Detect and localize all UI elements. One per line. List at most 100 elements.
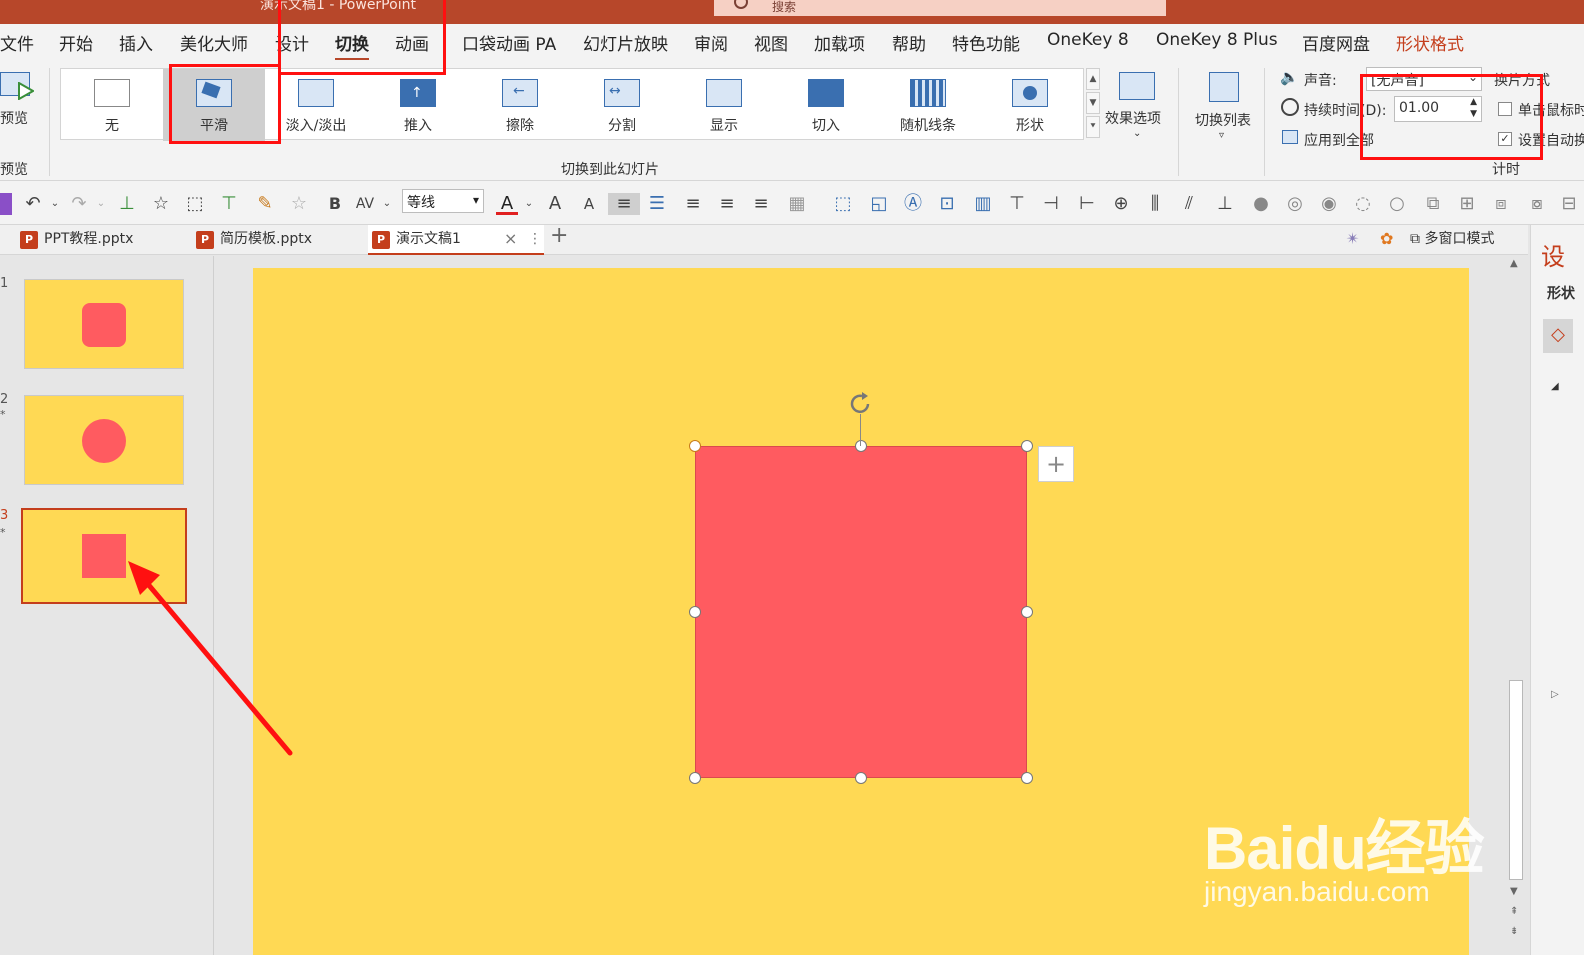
ungroup-icon[interactable]: ⊞ [1456, 193, 1478, 215]
distribute-h-icon[interactable]: ⫼ [1144, 193, 1166, 215]
union-icon[interactable]: ◎ [1284, 193, 1306, 215]
align-top-icon[interactable]: ⊤ [1006, 193, 1028, 215]
new-tab-button[interactable]: + [550, 223, 568, 248]
star-outline-icon[interactable]: ☆ [150, 193, 172, 215]
tab-home[interactable]: 开始 [59, 30, 93, 55]
scrollbar-thumb[interactable] [1509, 680, 1523, 880]
transition-split[interactable]: ↔ 分割 [571, 69, 673, 141]
sparkle-icon[interactable]: ✴ [1346, 229, 1359, 248]
tab-features[interactable]: 特色功能 [952, 30, 1020, 55]
tab-file[interactable]: 文件 [0, 30, 34, 55]
distribute-icon[interactable]: ⫽ [1178, 193, 1200, 215]
resize-handle[interactable] [1021, 440, 1033, 452]
resize-handle[interactable] [689, 606, 701, 618]
fragment-icon[interactable]: ◌ [1352, 193, 1374, 215]
transition-wipe[interactable]: ← 擦除 [469, 69, 571, 141]
chevron-down-icon[interactable]: ⌄ [44, 193, 66, 215]
tab-review[interactable]: 审阅 [694, 30, 728, 55]
chart-icon[interactable]: ▥ [972, 193, 994, 215]
resize-handle[interactable] [1021, 606, 1033, 618]
align-bottom-icon[interactable]: ⊥ [1214, 193, 1236, 215]
save-icon[interactable] [0, 193, 12, 215]
gallery-scroll-down[interactable]: ▼ [1086, 92, 1100, 114]
doc-tab-ppt-tutorial[interactable]: P PPT教程.pptx [16, 225, 188, 255]
presentation-icon[interactable]: ⊤ [218, 193, 240, 215]
more-tools-icon[interactable]: ⊟ [1558, 193, 1580, 215]
combine-icon[interactable]: ◉ [1318, 193, 1340, 215]
collapse-icon[interactable]: ◢ [1551, 381, 1559, 392]
doc-tab-resume-template[interactable]: P 简历模板.pptx [192, 225, 364, 255]
merge-shapes-icon[interactable]: ● [1250, 193, 1272, 215]
tab-meihua[interactable]: 美化大师 [180, 30, 248, 55]
tab-onekey8plus[interactable]: OneKey 8 Plus [1156, 30, 1278, 50]
slide-thumbnail-2[interactable] [24, 395, 184, 485]
tab-slideshow[interactable]: 幻灯片放映 [583, 30, 668, 55]
align-center-icon[interactable]: ≡ [608, 193, 640, 215]
transition-cut[interactable]: 切入 [775, 69, 877, 141]
next-slide-icon[interactable]: ⇟ [1510, 926, 1518, 937]
align-middle-icon[interactable]: ⊕ [1110, 193, 1132, 215]
bold-button[interactable]: B [324, 193, 346, 215]
tab-view[interactable]: 视图 [754, 30, 788, 55]
tab-shape-format[interactable]: 形状格式 [1396, 30, 1464, 55]
settings-icon[interactable]: ✿ [1380, 229, 1393, 248]
distribute-vertical-icon[interactable]: ☰ [646, 193, 668, 215]
resize-handle[interactable] [689, 772, 701, 784]
group-icon[interactable]: ⧉ [1422, 193, 1444, 215]
increase-font-icon[interactable]: A [544, 193, 566, 215]
gallery-scroll-up[interactable]: ▲ [1086, 68, 1100, 90]
tab-addins[interactable]: 加载项 [814, 30, 865, 55]
char-spacing-icon[interactable]: AV [354, 193, 376, 215]
doc-tab-presentation1[interactable]: P 演示文稿1 × ⋮ [368, 225, 544, 255]
intersect-icon[interactable]: ○ [1386, 193, 1408, 215]
resize-handle[interactable] [855, 772, 867, 784]
transition-shape[interactable]: 形状 [979, 69, 1081, 141]
align-left-edge-icon[interactable]: ⊢ [1076, 193, 1098, 215]
font-family-select[interactable]: 等线 [402, 189, 484, 213]
prev-slide-icon[interactable]: ⇞ [1510, 906, 1518, 917]
scroll-down-icon[interactable]: ▼ [1510, 886, 1518, 897]
textbox-icon[interactable]: Ⓐ [902, 193, 924, 215]
star-icon[interactable]: ☆ [288, 193, 310, 215]
chevron-down-icon[interactable]: ⌄ [376, 193, 398, 215]
expand-icon[interactable]: ▷ [1551, 689, 1559, 700]
transition-push[interactable]: ↑ 推入 [367, 69, 469, 141]
align-left-icon[interactable]: ≡ [716, 193, 738, 215]
rotate-icon[interactable] [848, 392, 876, 416]
chevron-down-icon[interactable]: ⌄ [90, 193, 112, 215]
resize-handle[interactable] [689, 440, 701, 452]
shape-edit-icon[interactable]: ⬚ [832, 193, 854, 215]
select-shape-icon[interactable]: ⬚ [184, 193, 206, 215]
tab-pocket-animation[interactable]: 口袋动画 PA [462, 30, 556, 55]
scroll-up-icon[interactable]: ▲ [1510, 258, 1518, 269]
table-icon[interactable]: ▦ [786, 193, 808, 215]
tab-baidu-netdisk[interactable]: 百度网盘 [1302, 30, 1370, 55]
fill-line-icon[interactable]: ◇ [1543, 319, 1573, 353]
gallery-more[interactable]: ⯆ [1086, 116, 1100, 138]
redo-icon[interactable]: ↷ [68, 193, 90, 215]
transition-random-bars[interactable]: 随机线条 [877, 69, 979, 141]
justify-icon[interactable]: ≡ [682, 193, 704, 215]
align-right-edge-icon[interactable]: ⊣ [1040, 193, 1062, 215]
slide-thumbnail-1[interactable] [24, 279, 184, 369]
decrease-font-icon[interactable]: A [578, 193, 600, 215]
format-painter-icon[interactable]: ✎ [254, 193, 276, 215]
resize-handle[interactable] [855, 440, 867, 452]
undo-icon[interactable]: ↶ [22, 193, 44, 215]
close-icon[interactable]: × [504, 225, 517, 253]
preview-button[interactable] [0, 72, 34, 102]
selected-square-shape[interactable] [689, 440, 1033, 784]
transition-reveal[interactable]: 显示 [673, 69, 775, 141]
fit-textbox-icon[interactable]: ⊡ [936, 193, 958, 215]
more-icon[interactable]: ⋮ [528, 225, 542, 253]
bring-forward-icon[interactable]: ⧈ [1490, 193, 1512, 215]
align-tool-icon[interactable]: ⊥ [116, 193, 138, 215]
search-box[interactable]: 搜索 [714, 0, 1166, 16]
align-right-icon[interactable]: ≡ [750, 193, 772, 215]
layout-options-button[interactable]: + [1038, 446, 1074, 482]
send-backward-icon[interactable]: ⧇ [1526, 193, 1548, 215]
transition-none[interactable]: 无 [61, 69, 163, 141]
insert-shape-icon[interactable]: ◱ [868, 193, 890, 215]
tab-onekey8[interactable]: OneKey 8 [1047, 30, 1129, 50]
tab-insert[interactable]: 插入 [119, 30, 153, 55]
